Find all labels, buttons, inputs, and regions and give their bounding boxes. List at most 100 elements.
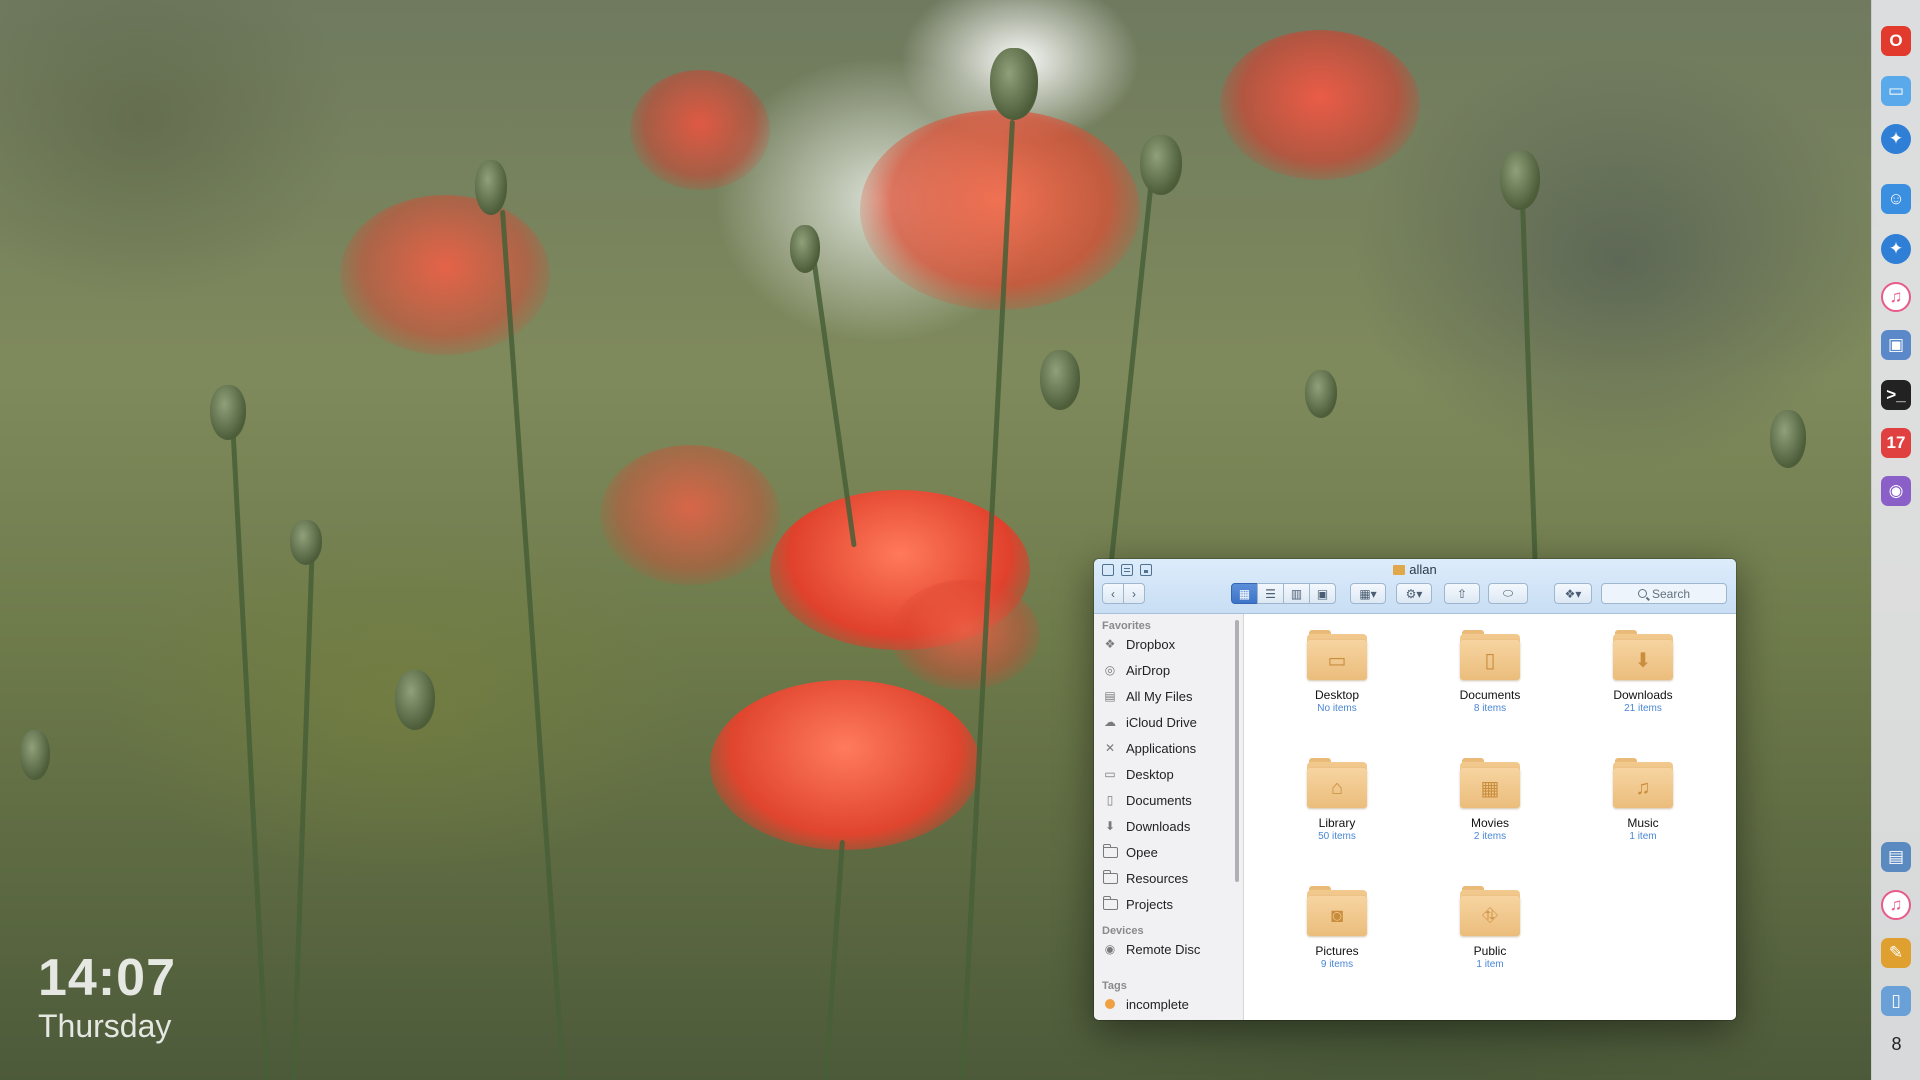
calendar-icon[interactable]: 17 [1881, 428, 1911, 458]
sidebar-item-label: Projects [1126, 896, 1173, 912]
sidebar-item-all-my-files[interactable]: ▤ All My Files [1102, 686, 1192, 706]
sidebar-item-label: All My Files [1126, 688, 1193, 704]
wallpaper-bud [290, 520, 322, 565]
preview-icon[interactable]: ▣ [1881, 330, 1911, 360]
wallpaper-poppy [890, 580, 1040, 690]
sidebar-devices-header: Devices [1102, 925, 1144, 937]
compass-icon[interactable]: ✦ [1881, 234, 1911, 264]
trash-icon[interactable]: ▯ [1881, 986, 1911, 1016]
dropbox-button[interactable]: ❖▾ [1554, 583, 1592, 604]
wallpaper-poppy [1220, 30, 1420, 180]
sidebar-item-label: Remote Disc [1126, 941, 1201, 957]
sidebar-item-airdrop[interactable]: ◎ AirDrop [1102, 660, 1170, 680]
dropbox-icon: ❖▾ [1564, 586, 1582, 601]
view-icons-button[interactable]: ▦ [1231, 583, 1258, 604]
image-icon[interactable]: ✎ [1881, 938, 1911, 968]
robot-icon[interactable]: ◉ [1881, 476, 1911, 506]
folder-item[interactable]: ▭ Desktop No items [1277, 630, 1397, 714]
sidebar-item-documents[interactable]: ▯ Documents [1102, 790, 1192, 810]
pictures-folder-icon: ◙ [1307, 886, 1367, 936]
wallpaper-stem [500, 209, 566, 1079]
tags-button[interactable]: ⬭ [1488, 583, 1528, 604]
downloads-folder-icon: ⬇ [1613, 630, 1673, 680]
view-columns-button[interactable]: ▥ [1283, 583, 1310, 604]
compass-icon[interactable]: ✦ [1881, 124, 1911, 154]
folder-item[interactable]: ⌂ Library 50 items [1277, 758, 1397, 842]
terminal-icon[interactable]: >_ [1881, 380, 1911, 410]
applications-icon: ✕ [1104, 741, 1116, 755]
folder-item[interactable]: ▦ Movies 2 items [1430, 758, 1550, 842]
sidebar-item-desktop[interactable]: ▭ Desktop [1102, 764, 1174, 784]
gear-icon: ⚙▾ [1405, 586, 1423, 601]
sidebar-item-remote-disc[interactable]: ◉ Remote Disc [1102, 939, 1201, 959]
chevron-right-icon: › [1132, 586, 1136, 601]
sidebar-item-downloads[interactable]: ⬇ Downloads [1102, 816, 1190, 836]
folder-item-count: 50 items [1318, 831, 1356, 842]
folder-item[interactable]: ⬇ Downloads 21 items [1583, 630, 1703, 714]
folder-icon [1102, 869, 1118, 885]
music-note-icon[interactable]: ♫ [1881, 282, 1911, 312]
back-button[interactable]: ‹ [1102, 583, 1124, 604]
search-icon [1637, 589, 1647, 598]
folder-item[interactable]: ▯ Documents 8 items [1430, 630, 1550, 714]
sidebar-item-opee[interactable]: Opee [1102, 842, 1158, 862]
folder-item-count: 21 items [1624, 703, 1662, 714]
opera-icon[interactable]: O [1881, 26, 1911, 56]
finder-icon[interactable]: ☺ [1881, 184, 1911, 214]
search-placeholder: Search [1651, 586, 1691, 601]
view-coverflow-button[interactable]: ▣ [1309, 583, 1336, 604]
share-button[interactable]: ⇧ [1444, 583, 1480, 604]
wallpaper-poppy [630, 70, 770, 190]
arrange-button[interactable]: ▦▾ [1350, 583, 1386, 604]
sidebar-scrollbar[interactable] [1235, 620, 1239, 882]
folder-name: Downloads [1613, 688, 1673, 702]
folder-name: Library [1318, 816, 1356, 830]
tag-icon: ⬭ [1502, 586, 1514, 600]
folder-item[interactable]: ♫ Music 1 item [1583, 758, 1703, 842]
folder-icon [1102, 843, 1118, 859]
folder-item[interactable]: ⛗ Public 1 item [1430, 886, 1550, 970]
search-input[interactable]: Search [1601, 583, 1727, 604]
download-icon: ⬇ [1104, 819, 1116, 833]
folder-name: Desktop [1314, 688, 1360, 702]
folder-item[interactable]: ◙ Pictures 9 items [1277, 886, 1397, 970]
sidebar-item-label: incomplete [1126, 996, 1189, 1012]
document-icon: ▯ [1106, 793, 1114, 807]
sidebar-item-icloud-drive[interactable]: ☁ iCloud Drive [1102, 712, 1197, 732]
library-folder-icon: ⌂ [1307, 758, 1367, 808]
sidebar-item-projects[interactable]: Projects [1102, 894, 1173, 914]
folder-icon [1102, 895, 1118, 911]
wallpaper-stem [1520, 199, 1538, 560]
finder-sidebar: Favorites ❖ Dropbox ◎ AirDrop ▤ All My Files ☁ i… [1094, 614, 1244, 1020]
sidebar-item-resources[interactable]: Resources [1102, 868, 1188, 888]
finder-titlebar[interactable]: allan ‹ › ▦ ☰ ▥ ▣ ▦▾ ⚙▾ ⇧ ⬭ ❖▾ Search [1094, 559, 1736, 614]
column-view-icon: ▥ [1290, 586, 1303, 601]
folder-item-count: 2 items [1473, 831, 1507, 842]
music-note-icon[interactable]: ♫ [1881, 890, 1911, 920]
list-view-icon: ☰ [1265, 586, 1276, 601]
forward-button[interactable]: › [1123, 583, 1145, 604]
sidebar-item-label: Applications [1126, 740, 1197, 756]
sidebar-tags-header: Tags [1102, 980, 1127, 992]
sidebar-item-dropbox[interactable]: ❖ Dropbox [1102, 634, 1176, 654]
view-list-button[interactable]: ☰ [1257, 583, 1284, 604]
folder-name: Pictures [1315, 944, 1359, 958]
sidebar-item-label: Desktop [1126, 766, 1174, 782]
sidebar-item-applications[interactable]: ✕ Applications [1102, 738, 1196, 758]
photo-browser-icon[interactable]: ▤ [1881, 842, 1911, 872]
wallpaper-bud [790, 225, 820, 273]
share-icon: ⇧ [1456, 586, 1468, 601]
documents-folder-icon: ▯ [1460, 630, 1520, 680]
airdrop-icon: ◎ [1104, 663, 1116, 677]
wallpaper-bud [475, 160, 507, 215]
sidebar-favorites-header: Favorites [1102, 620, 1151, 632]
clock-day: Thursday [38, 1008, 172, 1044]
sidebar-item-label: Resources [1126, 870, 1189, 886]
folder-icon[interactable]: ▭ [1881, 76, 1911, 106]
sidebar-item-incomplete[interactable]: incomplete [1102, 994, 1189, 1014]
chevron-left-icon: ‹ [1111, 586, 1115, 601]
disc-icon: ◉ [1104, 942, 1116, 956]
folder-item-count: 1 item [1629, 831, 1657, 842]
wallpaper-poppy [860, 110, 1140, 310]
action-button[interactable]: ⚙▾ [1396, 583, 1432, 604]
